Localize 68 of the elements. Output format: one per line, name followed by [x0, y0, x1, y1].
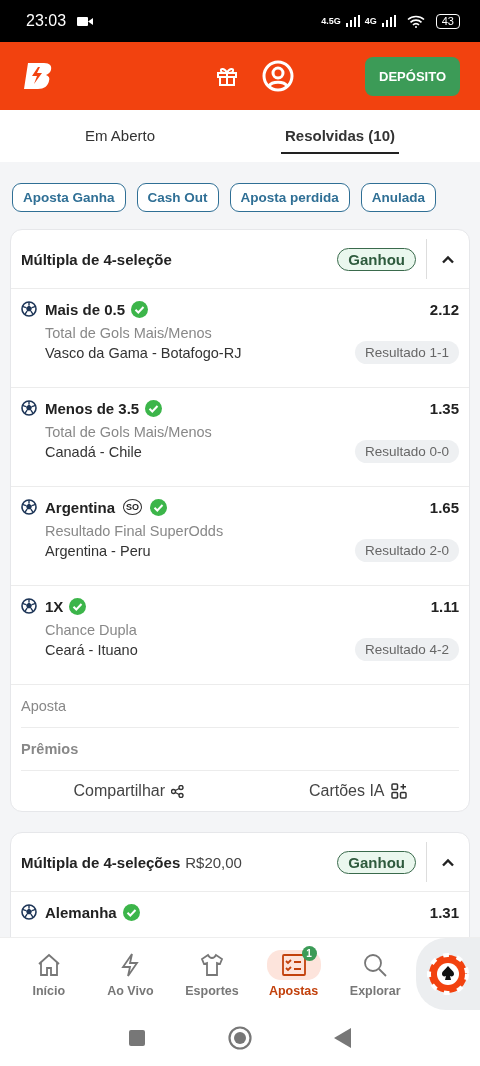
home-icon[interactable] [228, 1026, 252, 1050]
match-name: Canadá - Chile [45, 443, 142, 460]
deposit-button[interactable]: DEPÓSITO [365, 56, 460, 96]
market-name: Chance Dupla [45, 622, 138, 638]
chevron-icon[interactable] [441, 857, 455, 867]
signal-icon [345, 15, 360, 27]
soccer-ball-icon [21, 904, 37, 920]
status-badge: Ganhou [337, 247, 416, 271]
market-name: Total de Gols Mais/Menos [45, 325, 213, 341]
shirt-icon [199, 952, 225, 978]
bet-title: Múltipla de 4-seleções R$20,00 [21, 853, 243, 871]
soccer-ball-icon [21, 301, 37, 317]
result-badge: Resultado 2-0 [354, 539, 459, 562]
casino-chip-icon[interactable] [425, 952, 470, 996]
odds: 1.31 [429, 903, 459, 921]
nav-item[interactable]: Ao Vivo [89, 949, 172, 999]
filter-chip[interactable]: Anulada [360, 183, 437, 212]
chevron-icon[interactable] [441, 254, 455, 264]
video-camera-icon [77, 15, 94, 27]
back-icon[interactable] [334, 1028, 352, 1048]
cards-button[interactable]: Cartões IA [302, 781, 413, 801]
summary-label: Prêmios [21, 741, 79, 757]
search-icon [362, 952, 389, 978]
odds: 1.65 [429, 498, 459, 516]
match-name: Argentina - Peru [45, 542, 151, 559]
filter-chip[interactable]: Aposta perdida [229, 183, 350, 212]
odds: 2.12 [429, 300, 459, 318]
battery-indicator: 43 [435, 13, 460, 29]
grid-icon [390, 783, 407, 799]
market-name: Total de Gols Mais/Menos [45, 424, 213, 440]
selection-pick: Menos de 3.5 [45, 399, 140, 417]
result-badge: Resultado 1-1 [354, 341, 459, 364]
match-name: Vasco da Gama - Botafogo-RJ [45, 344, 242, 361]
tab[interactable]: Em Aberto [80, 118, 159, 154]
tab[interactable]: Resolvidas (10) [280, 118, 399, 154]
profile-icon[interactable] [261, 59, 296, 93]
nav-item[interactable]: 1 Apostas [252, 949, 335, 999]
logo-icon[interactable] [22, 61, 54, 91]
share-icon [171, 784, 185, 798]
network-label: 4G [364, 16, 377, 26]
share-button[interactable]: Compartilhar [67, 781, 191, 801]
recent-apps-icon[interactable] [128, 1029, 146, 1047]
status-time: 23:03 [26, 12, 67, 30]
soccer-ball-icon [21, 499, 37, 515]
wifi-icon [406, 14, 425, 28]
selection-pick: Mais de 0.5 [45, 300, 126, 318]
selection-pick: Argentina [45, 498, 115, 516]
nav-item[interactable]: Início [8, 949, 90, 999]
checklist-icon [280, 952, 307, 978]
nav-item[interactable]: Explorar [334, 949, 416, 999]
network-label: 4.5G [321, 16, 341, 26]
result-badge: Resultado 0-0 [354, 440, 459, 463]
market-name: Resultado Final SuperOdds [45, 523, 225, 539]
selection-pick: 1X [45, 597, 64, 615]
status-badge: Ganhou [337, 850, 416, 874]
summary-label: Aposta [21, 698, 67, 714]
soccer-ball-icon [21, 598, 37, 614]
result-badge: Resultado 4-2 [354, 638, 459, 661]
bet-title: Múltipla de 4-seleçõe [21, 250, 173, 268]
signal-icon [381, 15, 396, 27]
odds: 1.11 [430, 597, 459, 615]
nav-item[interactable]: Esportes [171, 949, 253, 999]
filter-chip[interactable]: Aposta Ganha [12, 183, 126, 212]
match-name: Ceará - Ituano [45, 641, 138, 658]
soccer-ball-icon [21, 400, 37, 416]
selection-pick: Alemanha [45, 903, 117, 921]
odds: 1.35 [429, 399, 459, 417]
filter-chip[interactable]: Cash Out [136, 183, 219, 212]
